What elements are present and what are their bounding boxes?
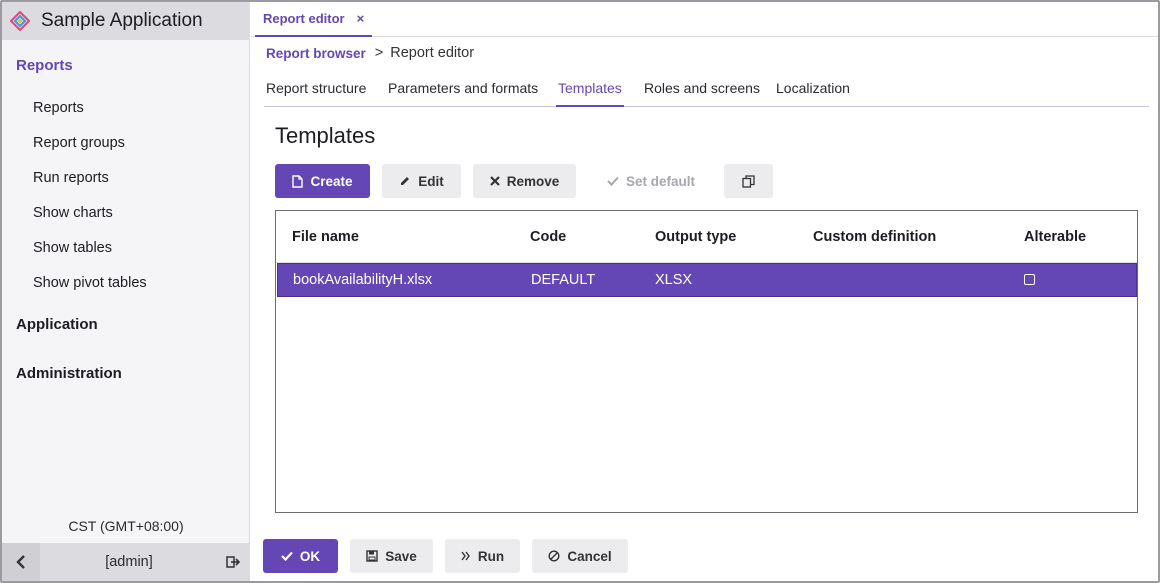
breadcrumb-current: Report editor [390, 45, 475, 61]
column-header-file-name[interactable]: File name [292, 229, 359, 245]
run-icon [461, 551, 471, 561]
breadcrumb-separator: > [374, 45, 384, 61]
table-header: File name Code Output type Custom defini… [276, 211, 1137, 263]
set-default-button[interactable]: Set default [592, 164, 710, 198]
ok-label: OK [299, 548, 321, 564]
section-title: Templates [275, 123, 376, 148]
nav-item-show-charts[interactable]: Show charts [33, 203, 113, 223]
tab-label: Report editor [263, 11, 345, 26]
nav-item-show-pivot-tables[interactable]: Show pivot tables [33, 273, 147, 293]
file-icon [292, 174, 304, 188]
alterable-checkbox[interactable] [1024, 274, 1035, 285]
cancel-icon [548, 550, 560, 562]
tab-report-editor[interactable]: Report editor × [255, 2, 373, 37]
save-button[interactable]: Save [350, 539, 433, 573]
nav-item-reports[interactable]: Reports [33, 98, 84, 118]
create-label: Create [310, 173, 353, 189]
run-button[interactable]: Run [445, 539, 520, 573]
ok-button[interactable]: OK [263, 539, 338, 573]
tab-parameters-and-formats[interactable]: Parameters and formats [386, 74, 540, 107]
column-header-output-type[interactable]: Output type [655, 229, 736, 245]
app-window: Sample Application Reports Reports Repor… [0, 0, 1160, 583]
nav-group-reports[interactable]: Reports [2, 56, 73, 76]
cancel-label: Cancel [567, 548, 612, 564]
collapse-sidebar-button[interactable] [2, 543, 40, 581]
user-bar: [admin] [2, 543, 250, 581]
document-tabbar: Report editor × [251, 2, 1158, 37]
app-title: Sample Application [41, 10, 203, 31]
cancel-button[interactable]: Cancel [532, 539, 628, 573]
edit-button[interactable]: Edit [382, 164, 461, 198]
save-label: Save [385, 548, 417, 564]
logout-icon[interactable] [226, 555, 241, 569]
create-button[interactable]: Create [275, 164, 370, 198]
table-row[interactable]: bookAvailabilityH.xlsx DEFAULT XLSX [277, 263, 1137, 297]
sidebar: Sample Application Reports Reports Repor… [2, 2, 250, 581]
column-header-code[interactable]: Code [530, 229, 566, 245]
nav-item-show-tables[interactable]: Show tables [33, 238, 112, 258]
tab-report-structure[interactable]: Report structure [264, 74, 368, 107]
column-header-alterable[interactable]: Alterable [1024, 229, 1086, 245]
app-logo-icon [10, 11, 30, 31]
breadcrumb: Report browser > Report editor [266, 45, 474, 61]
set-default-label: Set default [625, 173, 695, 189]
check-icon [607, 176, 619, 186]
remove-label: Remove [506, 173, 560, 189]
cell-output-type: XLSX [655, 272, 693, 288]
tab-templates[interactable]: Templates [556, 74, 624, 107]
close-icon[interactable]: × [357, 11, 365, 26]
editor-tabs: Report structure Parameters and formats … [264, 74, 1149, 107]
timezone-label: CST (GMT+08:00) [68, 518, 184, 534]
cell-file-name: bookAvailabilityH.xlsx [293, 272, 433, 288]
edit-label: Edit [418, 173, 444, 189]
check-icon [281, 551, 293, 561]
nav-item-run-reports[interactable]: Run reports [33, 168, 109, 188]
tab-localization[interactable]: Localization [774, 74, 852, 107]
save-icon [366, 550, 378, 562]
nav-group-application[interactable]: Application [2, 315, 98, 335]
breadcrumb-report-browser[interactable]: Report browser [266, 46, 366, 61]
tab-roles-and-screens[interactable]: Roles and screens [642, 74, 762, 107]
cell-code: DEFAULT [531, 272, 596, 288]
chevron-left-icon [16, 555, 25, 569]
remove-button[interactable]: Remove [473, 164, 576, 198]
copy-icon [742, 174, 755, 188]
templates-table[interactable]: File name Code Output type Custom defini… [275, 210, 1138, 513]
user-name[interactable]: [admin] [40, 543, 218, 581]
column-header-custom-definition[interactable]: Custom definition [813, 229, 936, 245]
nav-group-administration[interactable]: Administration [2, 364, 122, 384]
copy-button[interactable] [724, 164, 773, 198]
pencil-icon [399, 175, 411, 187]
run-label: Run [477, 548, 505, 564]
nav-item-report-groups[interactable]: Report groups [33, 133, 125, 153]
app-header: Sample Application [2, 2, 249, 40]
remove-x-icon [489, 176, 500, 186]
